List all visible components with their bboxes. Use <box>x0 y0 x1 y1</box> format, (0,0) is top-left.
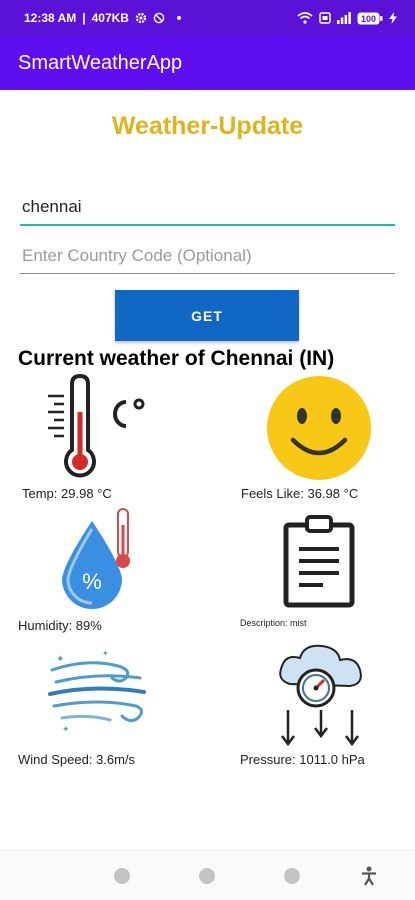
get-button[interactable]: GET <box>115 290 299 341</box>
wifi-icon <box>297 12 313 24</box>
sim-icon <box>319 12 331 24</box>
pressure-label: Pressure: 1011.0 hPa <box>240 752 365 767</box>
temp-label: Temp: 29.98 °C <box>22 486 112 501</box>
humidity-label: Humidity: 89% <box>18 618 102 633</box>
status-bar: 12:38 AM | 407KB 100 <box>0 0 415 36</box>
status-data-rate: 407KB <box>91 11 129 25</box>
clipboard-icon <box>283 515 357 614</box>
wind-icon: ✦ ✦ ✦ <box>48 648 148 743</box>
gear-icon <box>135 12 147 24</box>
no-entry-icon <box>153 12 165 24</box>
status-separator: | <box>82 11 86 25</box>
svg-text:✦: ✦ <box>62 725 70 735</box>
recents-button[interactable] <box>114 868 130 884</box>
battery-level: 100 <box>361 14 376 24</box>
dot-icon <box>176 16 181 20</box>
humidity-drop-icon: % <box>56 507 136 620</box>
feels-like-label: Feels Like: 36.98 °C <box>241 486 359 501</box>
pressure-gauge-icon <box>276 640 366 753</box>
city-input[interactable] <box>20 190 395 226</box>
svg-text:%: % <box>82 569 102 594</box>
smiley-face-icon <box>265 374 373 487</box>
navigation-bar <box>0 850 415 900</box>
country-code-input[interactable] <box>20 238 395 274</box>
svg-text:✦: ✦ <box>56 654 64 665</box>
page-heading: Weather-Update <box>111 112 304 140</box>
back-button[interactable] <box>284 868 300 884</box>
accessibility-icon <box>362 866 376 886</box>
weather-title: Current weather of Chennai (IN) <box>18 347 335 370</box>
wind-speed-label: Wind Speed: 3.6m/s <box>18 752 136 767</box>
thermometer-celsius-icon <box>44 373 148 489</box>
app-bar: SmartWeatherApp <box>0 36 415 90</box>
home-button[interactable] <box>199 868 215 884</box>
description-label: Description: mist <box>240 618 307 628</box>
status-time: 12:38 AM <box>24 11 77 25</box>
signal-icon <box>337 12 351 24</box>
charging-icon <box>389 12 397 24</box>
svg-text:✦: ✦ <box>102 649 109 658</box>
accessibility-button[interactable] <box>360 866 378 891</box>
app-title: SmartWeatherApp <box>18 51 183 74</box>
battery-icon: 100 <box>357 12 383 25</box>
